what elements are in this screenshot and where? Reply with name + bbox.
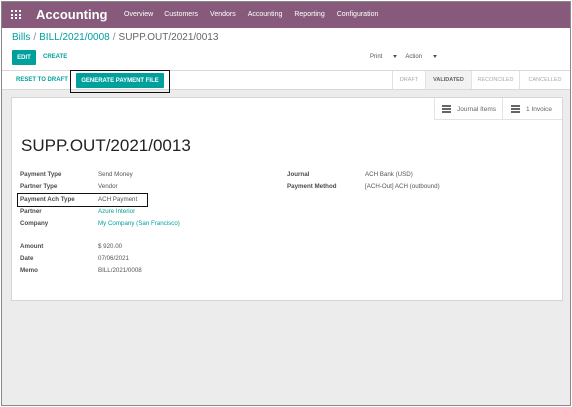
apps-grid-icon[interactable] [11, 10, 21, 20]
record-title: SUPP.OUT/2021/0013 [21, 136, 191, 155]
field-label-payment-method: Payment Method [287, 183, 337, 190]
breadcrumb-bill[interactable]: BILL/2021/0008 [39, 32, 110, 43]
field-value-payment-type: Send Money [98, 171, 133, 178]
breadcrumb: Bills / BILL/2021/0008/SUPP.OUT/2021/0013 [12, 32, 218, 43]
stage-draft[interactable]: DRAFT [392, 71, 425, 89]
main-menu: Overview Customers Vendors Accounting Re… [124, 11, 390, 18]
invoice-button[interactable]: 1 Invoice [502, 98, 562, 120]
breadcrumb-separator: / [33, 32, 37, 43]
field-label-partner: Partner [20, 208, 42, 215]
breadcrumb-separator: / [112, 32, 116, 43]
field-value-partner[interactable]: Azure Interior [98, 208, 135, 215]
invoice-count: 1 [526, 105, 530, 113]
menu-item-reporting[interactable]: Reporting [294, 11, 324, 18]
field-label-partner-type: Partner Type [20, 183, 58, 190]
invoice-label: Invoice [531, 105, 553, 113]
stage-reconciled[interactable]: RECONCILED [471, 71, 519, 89]
edit-button[interactable]: EDIT [12, 50, 36, 65]
app-window: Accounting Overview Customers Vendors Ac… [1, 1, 571, 406]
field-value-amount: $ 920.00 [98, 243, 123, 250]
field-label-journal: Journal [287, 171, 310, 178]
list-bars-icon [511, 104, 520, 115]
caret-down-icon [433, 54, 438, 58]
smart-buttons: Journal Items 1 Invoice [434, 98, 562, 120]
toolbar-dropdowns: Print Action [370, 54, 445, 60]
field-label-amount: Amount [20, 243, 44, 250]
field-value-date: 07/06/2021 [98, 255, 129, 262]
journal-items-label: Journal Items [457, 105, 497, 113]
stage-validated[interactable]: VALIDATED [425, 71, 471, 89]
breadcrumb-bills[interactable]: Bills [12, 32, 30, 43]
list-bars-icon [442, 104, 451, 115]
status-bar: RESET TO DRAFT GENERATE PAYMENT FILE DRA… [2, 70, 570, 93]
annotation-highlight-box [70, 70, 170, 93]
menu-item-vendors[interactable]: Vendors [210, 11, 236, 18]
field-value-journal: ACH Bank (USD) [365, 171, 413, 178]
field-label-memo: Memo [20, 267, 38, 274]
reset-to-draft-button[interactable]: RESET TO DRAFT [16, 77, 68, 83]
menu-item-overview[interactable]: Overview [124, 11, 153, 18]
field-label-payment-type: Payment Type [20, 171, 62, 178]
menu-item-accounting[interactable]: Accounting [248, 11, 283, 18]
action-label: Action [405, 54, 423, 60]
stage-pipeline: DRAFT VALIDATED RECONCILED CANCELLED [392, 71, 570, 89]
field-label-date: Date [20, 255, 34, 262]
field-value-memo: BILL/2021/0008 [98, 267, 142, 274]
stage-cancelled[interactable]: CANCELLED [519, 71, 570, 89]
journal-items-button[interactable]: Journal Items [435, 98, 502, 120]
control-panel: Bills / BILL/2021/0008/SUPP.OUT/2021/0013 … [2, 28, 570, 71]
breadcrumb-current: SUPP.OUT/2021/0013 [118, 32, 219, 43]
print-dropdown[interactable]: Print [370, 54, 398, 60]
create-button[interactable]: CREATE [43, 54, 67, 60]
caret-down-icon [393, 54, 398, 58]
print-label: Print [370, 54, 383, 60]
annotation-highlight-box [17, 193, 148, 207]
menu-item-configuration[interactable]: Configuration [337, 11, 379, 18]
app-brand[interactable]: Accounting [36, 7, 108, 22]
action-dropdown[interactable]: Action [405, 54, 438, 60]
field-value-partner-type: Vendor [98, 183, 118, 190]
field-value-payment-method: [ACH-Out] ACH (outbound) [365, 183, 440, 190]
menu-item-customers[interactable]: Customers [164, 11, 198, 18]
top-navbar: Accounting Overview Customers Vendors Ac… [2, 2, 570, 28]
form-sheet: Journal Items 1 Invoice SUPP.OUT/2021/00… [11, 97, 563, 301]
field-label-company: Company [20, 220, 49, 227]
field-value-company[interactable]: My Company (San Francisco) [98, 220, 180, 227]
